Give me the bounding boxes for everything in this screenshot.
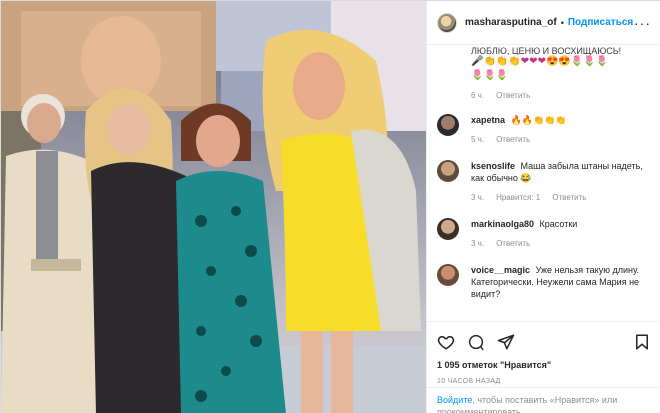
comment-time: 5 ч.	[471, 135, 485, 144]
reply-button[interactable]: Ответить	[496, 91, 530, 100]
commenter-avatar[interactable]	[437, 114, 459, 136]
post-actions: 1 095 отметок "Нравится" 10 ЧАСОВ НАЗАД	[427, 321, 660, 385]
comment-item: markinaolga80 Красотки 3 ч. Ответить	[427, 218, 660, 250]
comment-item: xapetna 🔥🔥👏👏👏 5 ч. Ответить	[427, 114, 660, 146]
login-link[interactable]: Войдите	[437, 395, 472, 405]
comments-list[interactable]: ЛЮБЛЮ, ЦЕНЮ И ВОСХИЩАЮСЬ! 🎤👏👏👏❤❤❤😍😍🌷🌷🌷 🌷…	[427, 45, 660, 321]
comment-partial-text: ЛЮБЛЮ, ЦЕНЮ И ВОСХИЩАЮСЬ!	[471, 46, 622, 55]
comment-partial-emoji-tail: 🌷🌷🌷	[471, 70, 509, 81]
comment-meta: 3 ч. Ответить	[471, 238, 651, 250]
post-header: masharasputina_of • Подписаться ···	[427, 1, 660, 45]
comment-time: 3 ч.	[471, 193, 485, 202]
author-username[interactable]: masharasputina_of	[465, 17, 557, 28]
commenter-username[interactable]: voice__magic	[471, 265, 530, 275]
action-icons	[437, 328, 651, 356]
comment-time: 3 ч.	[471, 239, 485, 248]
instagram-post-window: masharasputina_of • Подписаться ··· ЛЮБЛ…	[0, 0, 660, 413]
commenter-avatar[interactable]	[437, 160, 459, 182]
reply-button[interactable]: Ответить	[496, 238, 530, 250]
comment-meta: 3 ч. Нравится: 1 Ответить	[471, 192, 651, 204]
comment-meta: 6 ч. Ответить	[471, 91, 651, 100]
post-side-panel: masharasputina_of • Подписаться ··· ЛЮБЛ…	[426, 1, 660, 413]
login-prompt: Войдите, чтобы поставить «Нравится» или …	[427, 387, 660, 413]
reply-button[interactable]: Ответить	[552, 192, 586, 204]
commenter-avatar[interactable]	[437, 264, 459, 286]
comment-likes[interactable]: Нравится: 1	[496, 192, 540, 204]
bookmark-icon[interactable]	[633, 333, 651, 351]
more-options-icon[interactable]: ···	[634, 15, 651, 31]
commenter-username[interactable]: ksenoslife	[471, 161, 515, 171]
comment-icon[interactable]	[467, 333, 485, 351]
comment-text: Красотки	[539, 219, 578, 229]
photo-illustration	[1, 1, 426, 413]
comment-partial: ЛЮБЛЮ, ЦЕНЮ И ВОСХИЩАЮСЬ! 🎤👏👏👏❤❤❤😍😍🌷🌷🌷 🌷…	[427, 45, 660, 100]
reply-button[interactable]: Ответить	[496, 134, 530, 146]
post-photo[interactable]	[1, 1, 426, 413]
author-avatar[interactable]	[437, 12, 457, 33]
likes-count[interactable]: 1 095 отметок "Нравится"	[437, 360, 651, 370]
post-time: 10 ЧАСОВ НАЗАД	[437, 378, 501, 385]
commenter-username[interactable]: xapetna	[471, 115, 505, 125]
commenter-avatar[interactable]	[437, 218, 459, 240]
comment-meta: 5 ч. Ответить	[471, 134, 651, 146]
comment-item: ksenoslife Маша забыла штаны надеть, как…	[427, 160, 660, 204]
comment-text: 🔥🔥👏👏👏	[510, 115, 567, 125]
commenter-username[interactable]: markinaolga80	[471, 219, 534, 229]
follow-button[interactable]: Подписаться	[568, 17, 633, 28]
comment-item: voice__magic Уже нельзя такую длину. Кат…	[427, 264, 660, 300]
header-separator: •	[560, 17, 564, 28]
heart-icon[interactable]	[437, 333, 455, 351]
comment-time: 6 ч.	[471, 91, 485, 100]
share-icon[interactable]	[497, 333, 515, 351]
comment-partial-emoji: 🎤👏👏👏❤❤❤😍😍🌷🌷🌷	[471, 56, 609, 67]
